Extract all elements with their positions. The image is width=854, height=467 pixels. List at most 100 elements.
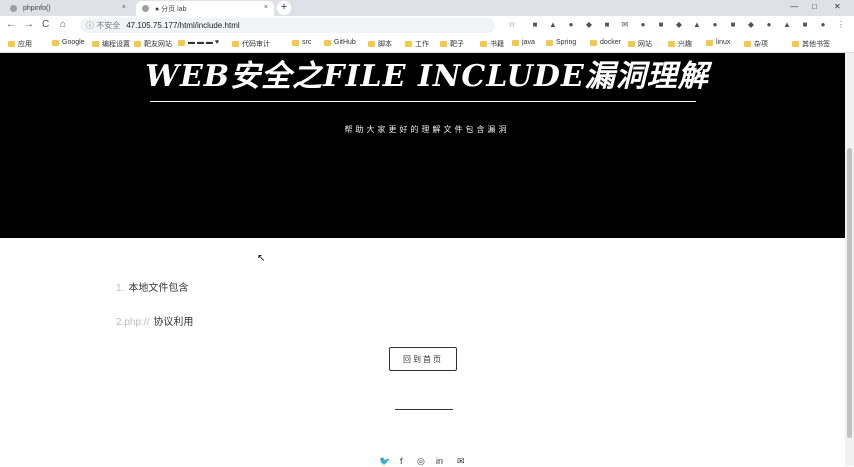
bookmark-item[interactable]: linux — [706, 39, 730, 46]
folder-icon — [590, 39, 597, 46]
maximize-icon[interactable]: □ — [812, 2, 817, 11]
email-icon[interactable]: ✉ — [457, 456, 465, 467]
bookmark-item[interactable]: 工作 — [405, 39, 429, 49]
back-icon[interactable]: ← — [6, 19, 16, 30]
bookmark-label: 网站 — [638, 41, 652, 48]
folder-icon — [628, 41, 635, 47]
menu-icon[interactable]: ⋮ — [836, 20, 846, 30]
home-icon[interactable]: ⌂ — [60, 19, 66, 30]
page-subtitle: 帮助大家更好的理解文件包含漏洞 — [344, 125, 510, 134]
extension-icon[interactable]: ◆ — [746, 20, 756, 30]
folder-icon — [480, 41, 487, 47]
bookmark-item[interactable]: 网站 — [628, 39, 652, 49]
extension-icon[interactable]: ▲ — [548, 20, 558, 30]
link-local-file-include[interactable]: 1. 本地文件包含 — [116, 279, 188, 294]
bookmark-label: 靶友网站 — [144, 41, 172, 48]
bookmark-item[interactable]: 杂项 — [744, 39, 768, 49]
extension-icon[interactable]: ■ — [800, 20, 810, 30]
page-scrollbar[interactable] — [845, 53, 854, 466]
extension-icon[interactable]: ▲ — [782, 20, 792, 30]
address-bar[interactable]: ⓘ 不安全 47.105.75.177/html/include.html — [80, 18, 495, 33]
link-prefix: 2.php:// — [116, 317, 150, 328]
extension-icon[interactable]: ● — [566, 20, 576, 30]
bookmark-label: GitHub — [334, 39, 356, 46]
extension-icon[interactable]: ■ — [656, 20, 666, 30]
bookmark-item[interactable]: 应用 — [8, 39, 32, 49]
link-label[interactable]: 协议利用 — [153, 317, 193, 328]
extension-icon[interactable]: ■ — [602, 20, 612, 30]
bookmark-item[interactable]: ▬ ▬ ▬ ♥ — [178, 39, 219, 46]
folder-icon — [52, 39, 59, 46]
bookmark-label: java — [522, 39, 535, 46]
bookmark-item[interactable]: 靶子 — [440, 39, 464, 49]
security-indicator[interactable]: ⓘ 不安全 — [86, 20, 120, 31]
bookmark-item[interactable]: 其他书签 — [792, 39, 830, 49]
folder-icon — [178, 39, 185, 46]
bookmark-item[interactable]: GitHub — [324, 39, 356, 46]
extension-icon[interactable]: ◆ — [674, 20, 684, 30]
bookmark-item[interactable]: 兴趣 — [668, 39, 692, 49]
tab-bar: phpinfo() × ● 分页 lab × + — □ ✕ — [0, 0, 854, 16]
bookmark-label: 书籍 — [490, 41, 504, 48]
bookmark-label: docker — [600, 39, 622, 46]
instagram-icon[interactable]: ◎ — [417, 456, 425, 467]
extension-icon[interactable]: ✉ — [620, 20, 630, 30]
folder-icon — [792, 41, 799, 47]
extension-icon[interactable]: ■ — [728, 20, 738, 30]
url-text[interactable]: 47.105.75.177/html/include.html — [126, 21, 239, 30]
tab-phpinfo[interactable]: phpinfo() × — [4, 1, 132, 16]
hero-banner: WEB安全之FILE INCLUDE漏洞理解 帮助大家更好的理解文件包含漏洞 — [0, 53, 854, 238]
extension-icon[interactable]: ● — [764, 20, 774, 30]
folder-icon — [324, 39, 331, 46]
bookmark-item[interactable]: 代码审计 — [232, 39, 270, 49]
twitter-icon[interactable]: 🐦 — [379, 456, 390, 467]
folder-icon — [668, 41, 675, 47]
close-tab-icon[interactable]: × — [264, 4, 268, 11]
tab-label: ● 分页 lab — [155, 5, 187, 13]
mouse-cursor-icon: ↖ — [257, 253, 266, 264]
bookmark-label: Spring — [556, 39, 577, 46]
bookmark-label: src — [302, 39, 312, 46]
bookmark-item[interactable]: 编程设置 — [92, 39, 130, 49]
close-window-icon[interactable]: ✕ — [834, 2, 841, 11]
extension-icon[interactable]: ● — [638, 20, 648, 30]
bookmark-item[interactable]: 靶友网站 — [134, 39, 172, 49]
bookmark-item[interactable]: 脚本 — [368, 39, 392, 49]
title-divider — [150, 101, 696, 102]
bookmark-label: 应用 — [18, 41, 32, 48]
folder-icon — [512, 39, 519, 46]
page-title: WEB安全之FILE INCLUDE漏洞理解 — [145, 59, 709, 94]
bookmark-item[interactable]: 书籍 — [480, 39, 504, 49]
folder-icon — [232, 41, 239, 47]
close-tab-icon[interactable]: × — [122, 4, 126, 11]
back-to-home-button[interactable]: 回到首页 — [389, 347, 457, 371]
link-label[interactable]: 本地文件包含 — [128, 283, 188, 294]
folder-icon — [440, 41, 447, 47]
reload-icon[interactable]: C — [42, 19, 49, 30]
bookmark-item[interactable]: src — [292, 39, 311, 46]
facebook-icon[interactable]: f — [400, 456, 403, 466]
favicon-icon — [142, 5, 149, 12]
minimize-icon[interactable]: — — [790, 2, 798, 11]
favicon-icon — [10, 5, 17, 12]
forward-icon[interactable]: → — [24, 19, 34, 30]
profile-icon[interactable]: ● — [818, 20, 828, 30]
bookmark-item[interactable]: docker — [590, 39, 621, 46]
new-tab-button[interactable]: + — [277, 1, 291, 15]
bookmark-label: 其他书签 — [802, 41, 830, 48]
bookmark-label: 代码审计 — [242, 41, 270, 48]
extension-icon[interactable]: ◆ — [584, 20, 594, 30]
bookmark-label: 工作 — [415, 41, 429, 48]
bookmark-label: ▬ ▬ ▬ ♥ — [188, 39, 219, 46]
bookmark-item[interactable]: java — [512, 39, 535, 46]
link-php-protocol[interactable]: 2.php://协议利用 — [116, 313, 193, 328]
scroll-thumb[interactable] — [847, 148, 852, 438]
extension-icon[interactable]: ▲ — [692, 20, 702, 30]
linkedin-icon[interactable]: in — [436, 456, 443, 466]
extension-icon[interactable]: ■ — [530, 20, 540, 30]
bookmark-item[interactable]: Spring — [546, 39, 576, 46]
tab-active[interactable]: ● 分页 lab × — [136, 1, 274, 16]
bookmark-item[interactable]: Google — [52, 39, 85, 46]
extension-icon[interactable]: ● — [710, 20, 720, 30]
bookmark-star-icon[interactable]: ☆ — [507, 20, 517, 30]
